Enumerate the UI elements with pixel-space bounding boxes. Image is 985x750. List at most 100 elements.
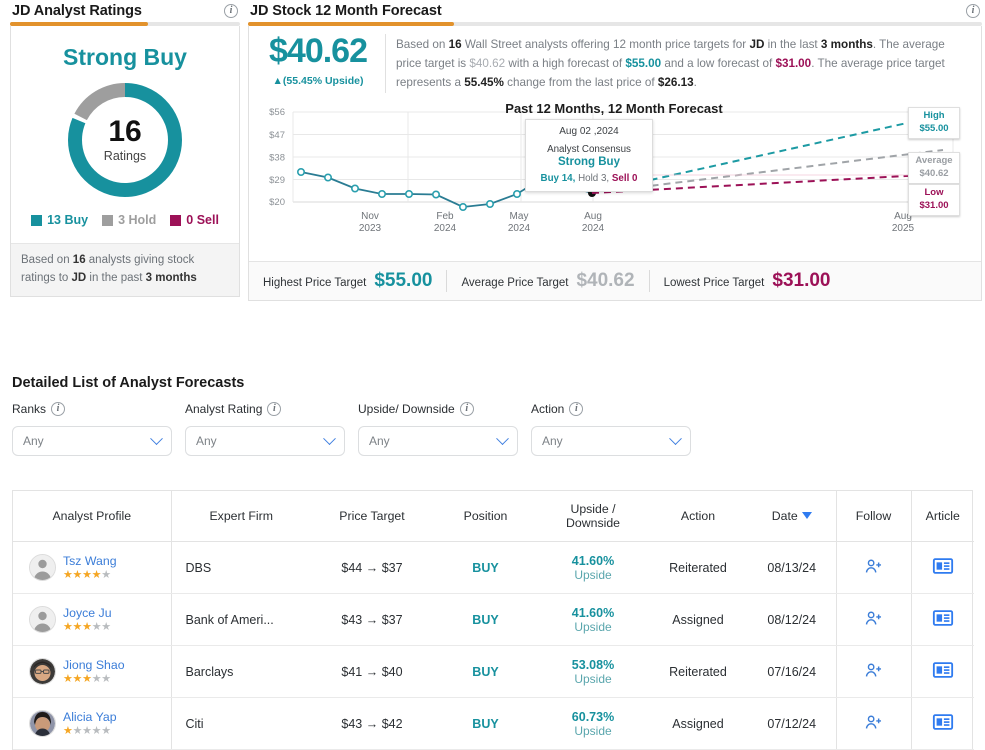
cell-upside: 41.60% Upside [538,594,648,646]
analyst-name-link[interactable]: Joyce Ju [63,606,112,620]
col-expert-firm[interactable]: Expert Firm [171,491,311,542]
info-icon[interactable]: i [51,402,65,416]
position-badge: BUY [472,561,498,575]
lowest-price-target-label: Lowest Price Target [664,277,765,289]
article-icon[interactable] [932,711,954,733]
cell-follow[interactable] [836,594,911,646]
footer-text-1: Based on [21,254,73,266]
article-icon[interactable] [932,607,954,629]
filter-upside-downside-select[interactable]: Any [358,426,518,456]
chevron-down-icon [669,432,682,445]
col-upside-downside[interactable]: Upside / Downside [538,491,648,542]
footer-analyst-count: 16 [73,254,86,266]
consensus-label: Strong Buy [19,44,231,71]
tooltip-date: Aug 02 ,2024 [530,126,648,137]
cell-follow[interactable] [836,646,911,698]
col-date-label: Date [772,509,798,523]
filter-analyst-rating-select[interactable]: Any [185,426,345,456]
col-position[interactable]: Position [433,491,538,542]
average-price-target-value: $40.62 [261,34,375,68]
blurb-ticker: JD [749,38,764,51]
donut-center-label: 16 Ratings [62,77,188,203]
add-person-icon[interactable] [864,713,883,732]
info-icon[interactable]: i [267,402,281,416]
price-targets-summary: Highest Price Target $55.00 Average Pric… [249,261,981,300]
cell-analyst-profile: Jiong Shao ★★★★★ [13,646,171,698]
filter-action-label-row: Action i [531,402,704,416]
svg-text:Nov: Nov [361,211,379,222]
blurb-t2: Wall Street analysts offering 12 month p… [462,38,750,51]
average-price-target-label: Average Price Target [461,277,568,289]
blurb-t6: and a low forecast of [661,57,775,70]
star-rating: ★★★★★ [63,673,125,686]
col-analyst-profile[interactable]: Analyst Profile [13,491,171,542]
table-row: Joyce Ju ★★★★★ Bank of Ameri... $43 → $3… [13,594,974,646]
legend-label-sell: 0 Sell [186,213,219,227]
cell-action: Assigned [648,594,748,646]
cell-upside: 60.73% Upside [538,698,648,750]
blurb-avg-value: $40.62 [469,57,505,70]
filter-analyst-rating: Analyst Rating i Any [185,402,358,456]
svg-text:2024: 2024 [508,223,531,234]
detailed-list-title: Detailed List of Analyst Forecasts [12,375,244,391]
chart-flag-high-label: High [910,110,958,123]
cell-article[interactable] [911,594,974,646]
forecast-title: JD Stock 12 Month Forecast [250,3,442,19]
svg-text:$47: $47 [269,130,285,141]
cell-analyst-profile: Tsz Wang ★★★★★ [13,542,171,594]
analyst-name-link[interactable]: Alicia Yap [63,710,117,724]
cell-action: Reiterated [648,646,748,698]
footer-ticker: JD [72,272,87,284]
cell-follow[interactable] [836,698,911,750]
add-person-icon[interactable] [864,609,883,628]
col-date[interactable]: Date [748,491,836,542]
average-price-target-value-bottom: $40.62 [576,270,634,292]
article-icon[interactable] [932,659,954,681]
col-upside-line1: Upside / [570,502,615,516]
chart-flag-high-value: $55.00 [910,123,958,136]
filter-action: Action i Any [531,402,704,456]
top-panels-row: JD Analyst Ratings i Strong Buy [0,0,985,301]
highest-price-target: Highest Price Target $55.00 [263,270,446,292]
analyst-name-link[interactable]: Jiong Shao [63,658,125,672]
average-price-target: Average Price Target $40.62 [446,270,648,292]
position-badge: BUY [472,613,498,627]
forecast-panel-header: JD Stock 12 Month Forecast i [248,0,982,22]
tooltip-hold-count: Hold 3, [578,173,609,184]
upside-direction: Upside [538,724,648,738]
info-icon[interactable]: i [966,4,980,18]
col-upside-line2: Downside [566,516,620,530]
filters-row: Ranks i Any Analyst Rating i Any Upside/… [12,402,704,456]
info-icon[interactable]: i [460,402,474,416]
info-icon[interactable]: i [224,4,238,18]
cell-article[interactable] [911,646,974,698]
legend-swatch-hold-icon [102,215,113,226]
upside-percent: 41.60% [538,606,648,620]
upside-direction: Upside [538,620,648,634]
forecast-accent-bar [248,22,982,26]
col-action[interactable]: Action [648,491,748,542]
add-person-icon[interactable] [864,661,883,680]
chart-tooltip: Aug 02 ,2024 Analyst Consensus Strong Bu… [525,119,653,192]
col-price-target[interactable]: Price Target [311,491,433,542]
cell-follow[interactable] [836,542,911,594]
article-icon[interactable] [932,555,954,577]
cell-action: Reiterated [648,542,748,594]
analyst-name-link[interactable]: Tsz Wang [63,554,117,568]
ratings-donut-chart: 16 Ratings [62,77,188,203]
cell-article[interactable] [911,698,974,750]
blurb-t9: . [694,76,697,89]
filter-analyst-rating-label-row: Analyst Rating i [185,402,358,416]
cell-expert-firm: Barclays [171,646,311,698]
info-icon[interactable]: i [569,402,583,416]
filter-ranks-select[interactable]: Any [12,426,172,456]
chart-title: Past 12 Months, 12 Month Forecast [253,101,975,116]
filter-ranks-label-row: Ranks i [12,402,185,416]
add-person-icon[interactable] [864,557,883,576]
cell-date: 07/12/24 [748,698,836,750]
cell-upside: 53.08% Upside [538,646,648,698]
cell-article[interactable] [911,542,974,594]
filter-action-select[interactable]: Any [531,426,691,456]
svg-text:2025: 2025 [892,223,915,234]
tooltip-consensus-label: Analyst Consensus [530,144,648,155]
